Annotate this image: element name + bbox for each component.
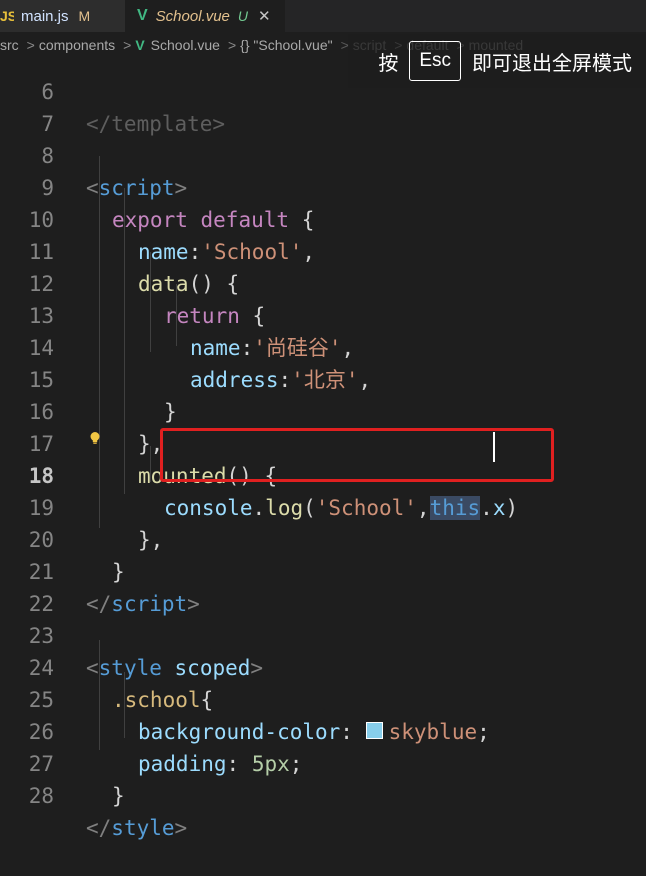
code-line: 27 } [0,716,646,808]
line-number: 28 [28,784,54,808]
code-line: 11 data() { [0,204,646,296]
code-line: 25 background-color: skyblue; [0,652,646,744]
code-line: 17 mounted() { [0,396,646,488]
tab-label: School.vue [155,7,230,25]
fullscreen-exit-hint: 按 Esc 即可退出全屏模式 [348,34,646,88]
code-line: 28 </style> [0,748,646,840]
code-line: 13 name:'尚硅谷', [0,268,646,360]
js-file-icon: JS [0,8,14,24]
tab-status-badge: U [237,8,249,24]
code-line: 22 [0,556,646,616]
code-line: 10 name:'School', [0,172,646,264]
tab-main-js[interactable]: JS main.js M [0,0,125,32]
code-line: 24 .school{ [0,620,646,712]
code-line: 20 } [0,492,646,584]
code-text: } [112,784,125,808]
tab-status-badge: M [78,8,91,24]
lightbulb-icon[interactable] [88,431,102,445]
hint-prefix: 按 [378,50,399,75]
close-icon[interactable]: ✕ [258,7,271,25]
vue-file-icon: V [137,7,148,24]
text-cursor [493,432,495,462]
tab-school-vue[interactable]: V School.vue U ✕ [125,0,285,32]
tab-bar: JS main.js M V School.vue U ✕ [0,0,646,32]
code-line: 16 }, [0,364,646,456]
code-line: 14 address:'北京', [0,300,646,392]
esc-key: Esc [409,41,461,81]
code-line: 8 <script> [0,108,646,200]
code-line: 26 padding: 5px; [0,684,646,776]
code-line: 21 </script> [0,524,646,616]
code-text: </style> [86,816,188,840]
tab-label: main.js [21,7,69,25]
code-line: 9 export default { [0,140,646,232]
hint-suffix: 即可退出全屏模式 [472,50,632,75]
code-line: 12 return { [0,236,646,328]
code-line: 23 <style scoped> [0,588,646,680]
code-line: 15 } [0,332,646,424]
